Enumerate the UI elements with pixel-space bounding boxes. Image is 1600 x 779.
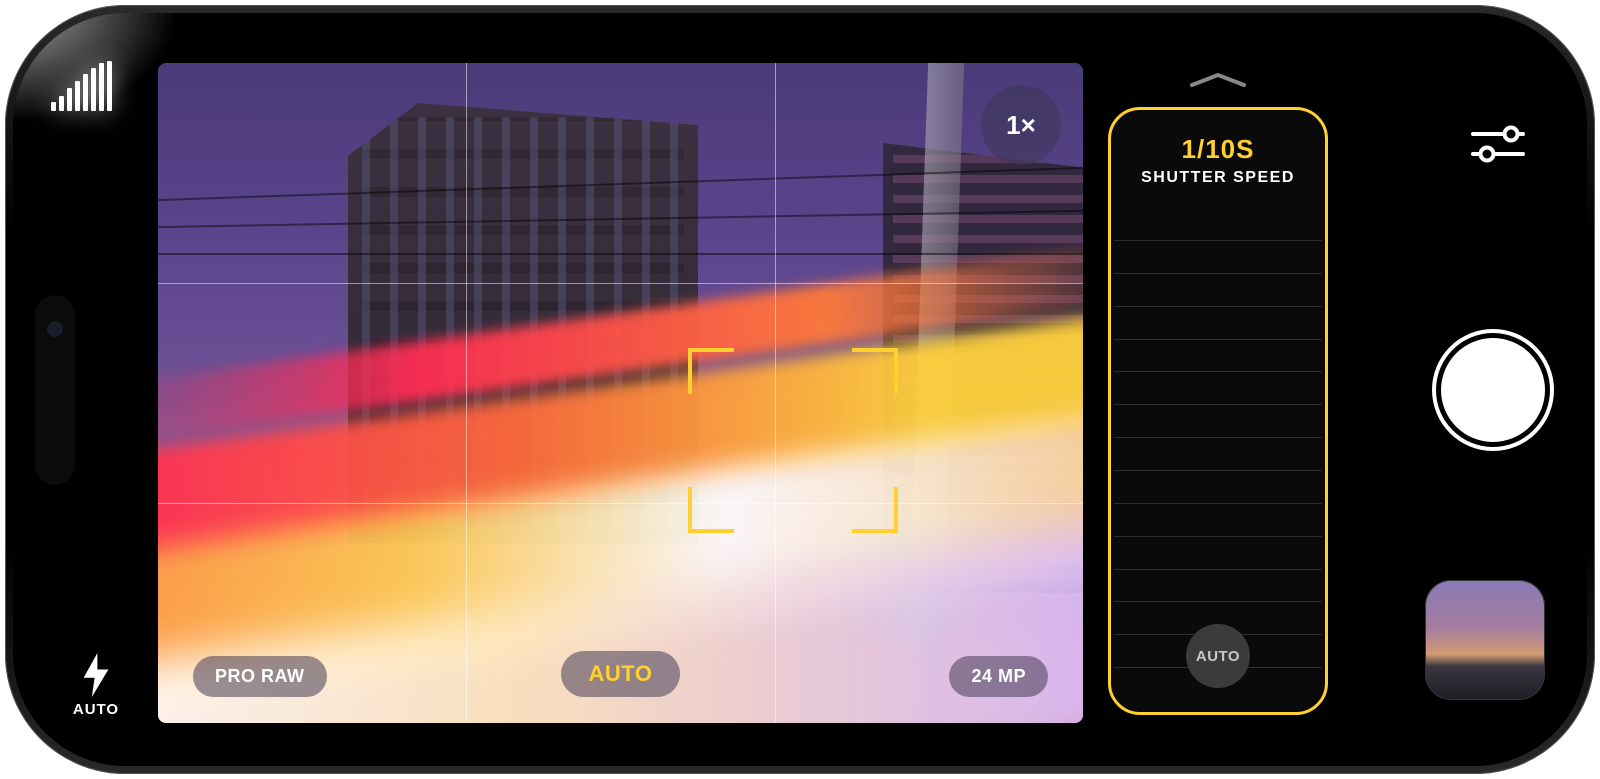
flash-mode-label: AUTO xyxy=(73,701,119,718)
sliders-icon xyxy=(1469,121,1527,167)
chevron-up-icon xyxy=(1188,71,1248,89)
focus-mode-label: AUTO xyxy=(589,661,653,686)
shutter-speed-label: SHUTTER SPEED xyxy=(1111,169,1325,187)
grid-line xyxy=(158,503,1083,504)
resolution-button[interactable]: 24 MP xyxy=(949,656,1048,697)
shutter-auto-label: AUTO xyxy=(1196,648,1240,665)
format-button[interactable]: PRO RAW xyxy=(193,656,327,697)
notch xyxy=(35,295,75,485)
focus-mode-button[interactable]: AUTO xyxy=(561,651,681,697)
shutter-speed-value: 1/10S xyxy=(1111,134,1325,165)
grid-line xyxy=(158,283,1083,284)
shutter-speed-slider[interactable]: 1/10S SHUTTER SPEED AUTO xyxy=(1108,107,1328,715)
resolution-label: 24 MP xyxy=(971,666,1026,686)
grid-line xyxy=(466,63,467,723)
zoom-button[interactable]: 1× xyxy=(981,85,1061,165)
control-expand[interactable] xyxy=(1108,71,1328,99)
settings-button[interactable] xyxy=(1469,121,1527,167)
zoom-label: 1× xyxy=(1006,110,1036,141)
control-header: 1/10S SHUTTER SPEED xyxy=(1111,110,1325,205)
shutter-auto-button[interactable]: AUTO xyxy=(1186,624,1250,688)
format-label: PRO RAW xyxy=(215,666,305,686)
histogram-icon[interactable] xyxy=(51,61,141,111)
scene-preview xyxy=(158,63,1083,723)
viewfinder[interactable]: 1× PRO RAW AUTO 24 MP xyxy=(158,63,1083,723)
focus-reticle[interactable] xyxy=(688,348,898,533)
shutter-button[interactable] xyxy=(1441,338,1545,442)
flash-toggle[interactable]: AUTO xyxy=(51,653,141,718)
phone-frame: AUTO xyxy=(5,5,1595,774)
phone-screen: AUTO xyxy=(13,13,1587,766)
last-photo-thumbnail[interactable] xyxy=(1425,580,1545,700)
flash-icon xyxy=(79,653,113,697)
